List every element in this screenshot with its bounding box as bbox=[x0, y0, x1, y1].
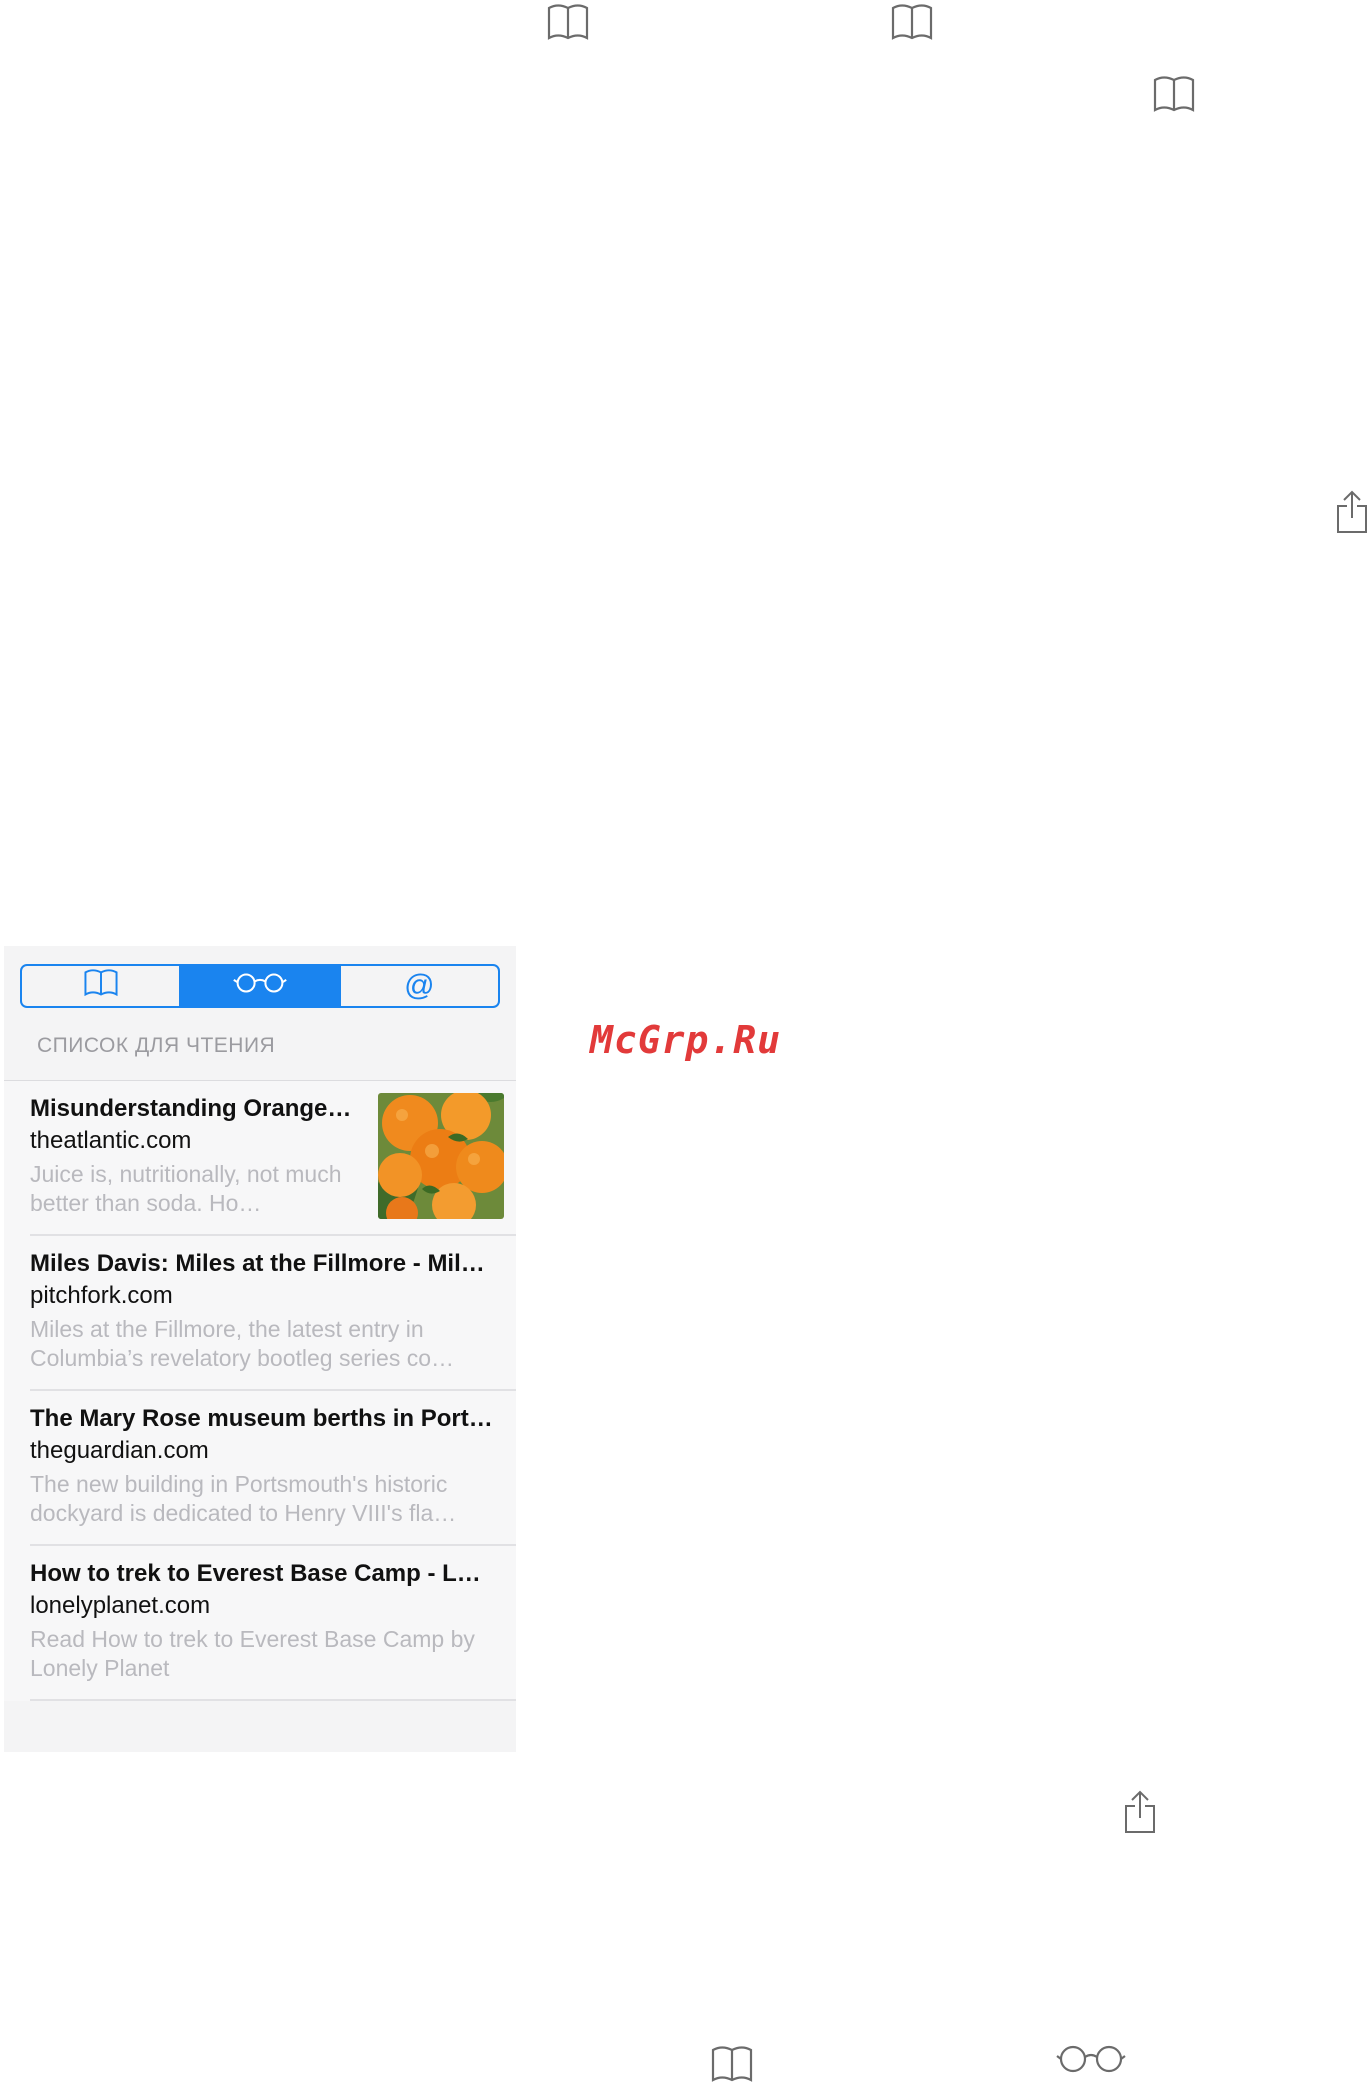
sidebar-segmented-control: @ bbox=[20, 964, 500, 1008]
tab-shared-links[interactable]: @ bbox=[338, 966, 498, 1006]
share-icon bbox=[1124, 1790, 1156, 1834]
book-icon bbox=[710, 2044, 754, 2084]
tab-reading-list[interactable] bbox=[179, 966, 339, 1006]
item-title: Misunderstanding Orange… bbox=[30, 1095, 352, 1122]
item-description: The new building in Portsmouth's histori… bbox=[30, 1471, 457, 1526]
book-icon bbox=[1152, 74, 1196, 114]
tab-bookmarks[interactable] bbox=[22, 966, 179, 1006]
list-item[interactable]: The Mary Rose museum berths in Port… the… bbox=[4, 1391, 516, 1546]
item-description: Juice is, nutritionally, not much better… bbox=[30, 1161, 342, 1216]
at-sign-icon: @ bbox=[404, 969, 435, 1002]
glasses-icon bbox=[233, 971, 287, 1001]
item-domain: theguardian.com bbox=[30, 1437, 209, 1464]
item-domain: pitchfork.com bbox=[30, 1282, 173, 1309]
item-thumbnail bbox=[378, 1093, 504, 1219]
reading-list: Misunderstanding Orange… theatlantic.com… bbox=[4, 1081, 516, 1701]
list-item[interactable]: Misunderstanding Orange… theatlantic.com… bbox=[4, 1081, 516, 1236]
divider bbox=[30, 1699, 516, 1701]
book-icon bbox=[890, 2, 934, 42]
book-icon bbox=[546, 2, 590, 42]
list-item[interactable]: Miles Davis: Miles at the Fillmore - Mil… bbox=[4, 1236, 516, 1391]
item-description: Miles at the Fillmore, the latest entry … bbox=[30, 1316, 454, 1371]
list-item[interactable]: How to trek to Everest Base Camp - L… lo… bbox=[4, 1546, 516, 1701]
item-description: Read How to trek to Everest Base Camp by… bbox=[30, 1626, 475, 1681]
item-title: Miles Davis: Miles at the Fillmore - Mil… bbox=[30, 1250, 485, 1277]
share-icon bbox=[1336, 490, 1368, 534]
item-title: The Mary Rose museum berths in Port… bbox=[30, 1405, 493, 1432]
watermark: McGrp.Ru bbox=[590, 1018, 782, 1062]
book-icon bbox=[83, 968, 119, 1004]
item-title: How to trek to Everest Base Camp - L… bbox=[30, 1560, 481, 1587]
glasses-icon bbox=[1056, 2044, 1126, 2074]
item-domain: lonelyplanet.com bbox=[30, 1592, 211, 1619]
reading-list-panel: @ СПИСОК ДЛЯ ЧТЕНИЯ Misunderstanding Ora… bbox=[4, 946, 516, 1752]
section-header: СПИСОК ДЛЯ ЧТЕНИЯ bbox=[37, 1034, 276, 1057]
